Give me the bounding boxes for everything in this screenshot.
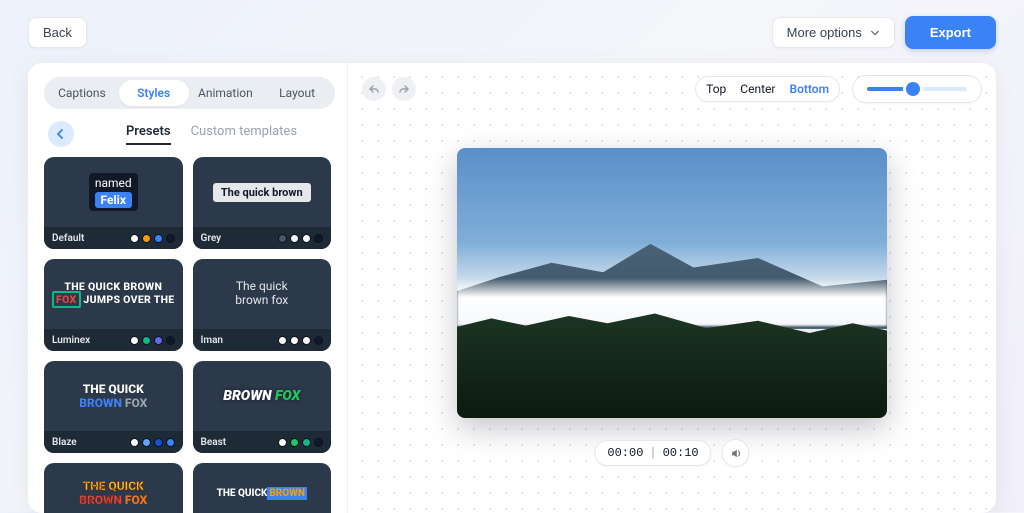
preset-card-luminex[interactable]: THE QUICK BROWN FOX JUMPS OVER THE Lumin…	[44, 259, 183, 351]
left-panel: Captions Styles Animation Layout Presets…	[28, 63, 348, 513]
time-display: 00:00 | 00:10	[594, 440, 711, 466]
subtab-presets[interactable]: Presets	[126, 124, 171, 145]
undo-button[interactable]	[362, 77, 386, 101]
tab-styles[interactable]: Styles	[119, 80, 189, 106]
preset-name: Grey	[201, 233, 222, 244]
undo-icon	[368, 83, 380, 95]
preset-preview-text: The quick brown fox	[235, 280, 288, 308]
export-button[interactable]: Export	[905, 16, 996, 49]
redo-icon	[398, 83, 410, 95]
redo-button[interactable]	[392, 77, 416, 101]
preset-preview-text: BROWN FOX	[223, 388, 300, 404]
scale-slider[interactable]	[852, 75, 982, 103]
preset-preview-text: Felix	[95, 192, 132, 208]
preset-swatches	[278, 336, 323, 345]
tab-layout[interactable]: Layout	[262, 80, 332, 106]
more-options-label: More options	[787, 25, 862, 40]
preset-swatches	[130, 234, 175, 243]
more-options-button[interactable]: More options	[772, 17, 895, 48]
tab-animation[interactable]: Animation	[191, 80, 261, 106]
preset-card-beast[interactable]: BROWN FOX Beast	[193, 361, 332, 453]
sound-button[interactable]	[722, 439, 750, 467]
preset-name: Beast	[201, 437, 227, 448]
position-selector: Top Center Bottom	[695, 76, 840, 102]
preset-name: Iman	[201, 335, 224, 346]
position-bottom[interactable]: Bottom	[789, 82, 829, 96]
preset-preview-text: THE QUICK BROWN FOX	[79, 382, 147, 411]
back-button[interactable]: Back	[28, 17, 87, 48]
arrow-left-icon	[55, 128, 67, 140]
presets-grid: named Felix Default The qu	[44, 157, 335, 513]
preset-preview-text: THE QUICKBROWN	[217, 488, 307, 499]
preset-swatches	[130, 438, 175, 447]
chevron-down-icon	[870, 28, 880, 38]
preview-panel: Top Center Bottom 00:00 | 00:10	[348, 63, 996, 513]
position-top[interactable]: Top	[706, 82, 726, 96]
position-center[interactable]: Center	[740, 82, 775, 96]
speaker-icon	[729, 447, 742, 460]
preset-preview-text: THE QUICK BROWN FOX JUMPS OVER THE	[52, 281, 174, 306]
preset-preview-text: THE QUICK BROWN FOX	[79, 479, 147, 508]
preset-card[interactable]: THE QUICK BROWN FOX	[44, 463, 183, 513]
preset-card-iman[interactable]: The quick brown fox Iman	[193, 259, 332, 351]
preset-card-grey[interactable]: The quick brown Grey	[193, 157, 332, 249]
preset-swatches	[130, 336, 175, 345]
preset-name: Default	[52, 233, 84, 244]
preset-swatches	[278, 234, 323, 243]
video-preview[interactable]	[457, 148, 887, 418]
panel-back-button[interactable]	[48, 121, 74, 147]
time-total: 00:10	[663, 446, 699, 460]
preset-card-default[interactable]: named Felix Default	[44, 157, 183, 249]
subtab-custom-templates[interactable]: Custom templates	[191, 124, 297, 145]
tab-captions[interactable]: Captions	[47, 80, 117, 106]
preset-name: Blaze	[52, 437, 77, 448]
preset-card-blaze[interactable]: THE QUICK BROWN FOX Blaze	[44, 361, 183, 453]
preset-card[interactable]: THE QUICKBROWN	[193, 463, 332, 513]
slider-thumb[interactable]	[906, 82, 920, 96]
main-tabbar: Captions Styles Animation Layout	[44, 77, 335, 109]
preset-preview-text: The quick brown	[213, 183, 311, 202]
preset-swatches	[278, 438, 323, 447]
time-current: 00:00	[607, 446, 643, 460]
preset-name: Luminex	[52, 335, 90, 346]
preset-preview-text: named	[95, 176, 132, 190]
